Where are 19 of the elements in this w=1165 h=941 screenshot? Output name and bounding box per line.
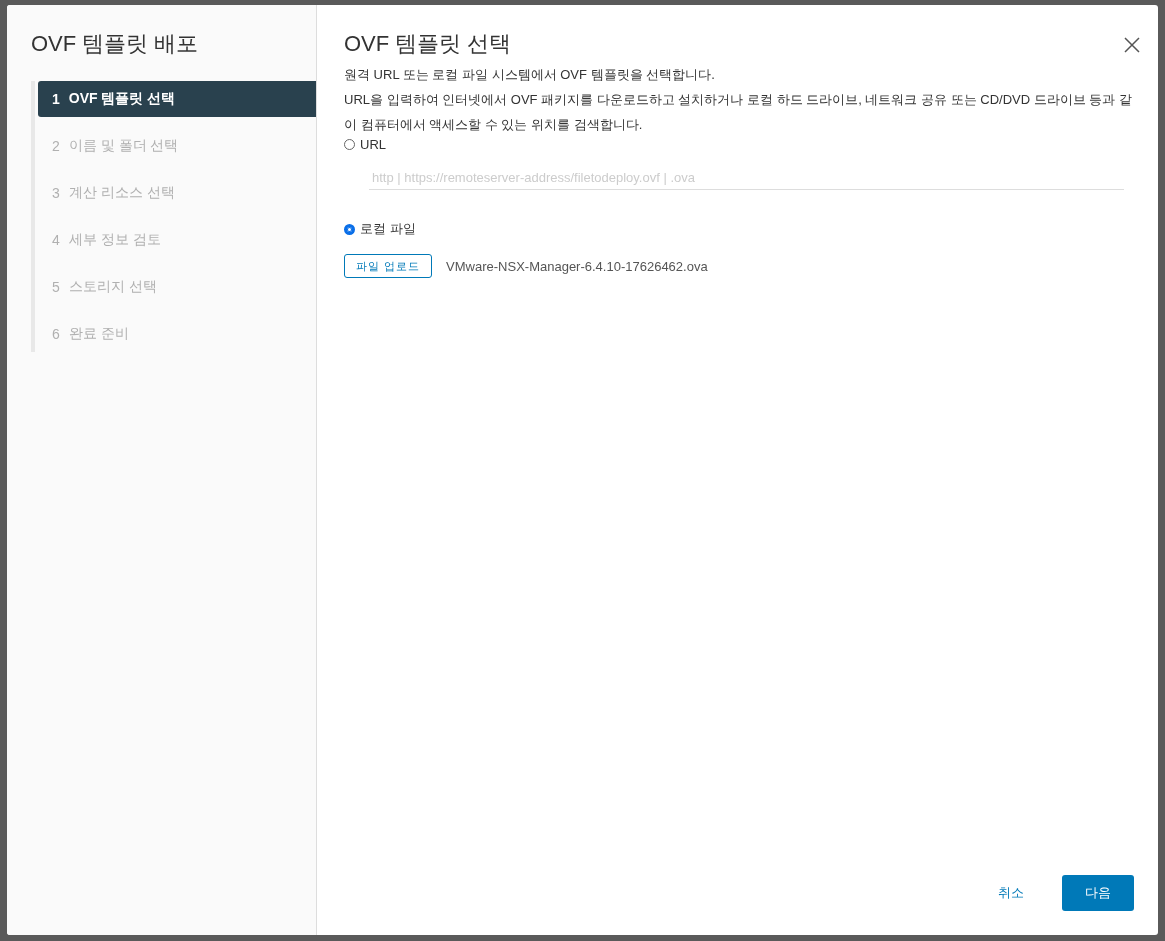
wizard-step[interactable]: 1 OVF 템플릿 선택	[38, 81, 316, 117]
radio-label: URL	[360, 137, 386, 152]
upload-file-button[interactable]: 파일 업로드	[344, 254, 433, 278]
wizard-step[interactable]: 3 계산 리소스 선택	[38, 175, 316, 211]
radio-button[interactable]	[344, 139, 355, 150]
radio-button[interactable]	[344, 223, 355, 235]
description-text: URL을 입력하여 인터넷에서 OVF 패키지를 다운로드하고 설치하거나 로컬 하드 드라이브, 네트워크 공유 또는 CD/DVD 드라이브 등과 같이 컴퓨터에서 액세스할 수 있는 위치를 검색합니다.	[344, 91, 1133, 134]
next-button[interactable]: 다음	[1062, 875, 1134, 911]
wizard-step[interactable]: 4 세부 정보 검토	[38, 222, 316, 258]
wizard-step[interactable]: 5 스토리지 선택	[38, 269, 316, 305]
file-name: VMware-NSX-Manager-6.4.10-17626462.ova	[446, 258, 708, 274]
wizard-step[interactable]: 6 완료 준비	[38, 316, 316, 352]
wizard-title: OVF 템플릿 배포	[31, 30, 200, 58]
cancel-button[interactable]: 취소	[974, 875, 1048, 911]
radio-label: 로컬 파일	[360, 220, 416, 238]
close-icon[interactable]	[1124, 37, 1140, 53]
wizard-step[interactable]: 2 이름 및 폴더 선택	[38, 128, 316, 164]
description-text: 원격 URL 또는 로컬 파일 시스템에서 OVF 템플릿을 선택합니다.	[344, 66, 716, 84]
page-title: OVF 템플릿 선택	[344, 30, 512, 58]
